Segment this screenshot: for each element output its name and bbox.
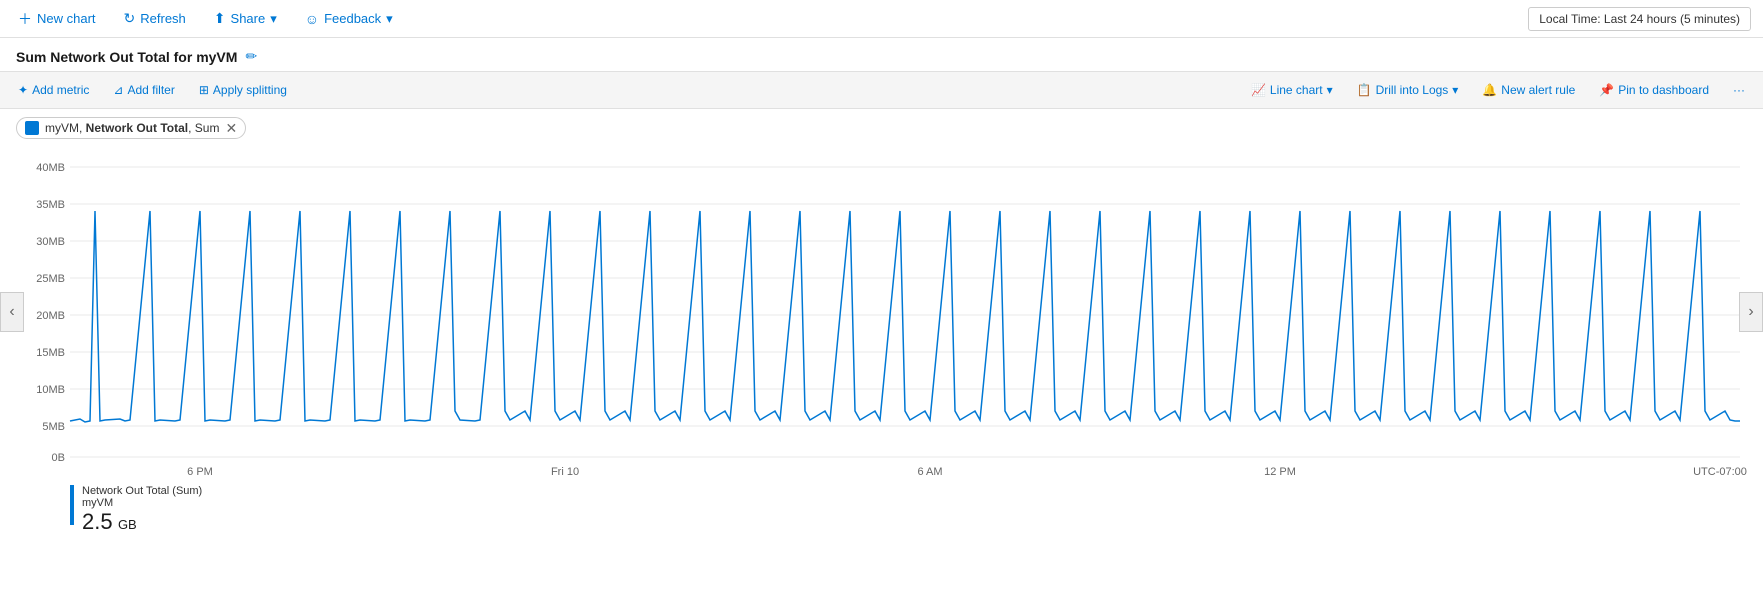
metric-toolbar: ✦ Add metric ⊿ Add filter ⊞ Apply splitt… [0,71,1763,109]
metric-tags-area: myVM, Network Out Total, Sum ✕ [0,109,1763,147]
svg-text:35MB: 35MB [36,199,65,211]
add-filter-button[interactable]: ⊿ Add filter [107,80,180,100]
metric-tag-text: myVM, Network Out Total, Sum [45,121,219,135]
svg-text:12 PM: 12 PM [1264,466,1296,477]
filter-icon: ⊿ [113,83,123,97]
apply-splitting-button[interactable]: ⊞ Apply splitting [193,80,293,100]
line-chart-icon: 📈 [1251,83,1266,97]
feedback-chevron-icon: ▾ [386,11,393,27]
legend-text: Network Out Total (Sum) myVM 2.5 GB [82,485,202,535]
svg-text:15MB: 15MB [36,347,65,359]
right-arrow-icon: › [1748,303,1753,321]
metric-tag-vm: myVM [45,121,79,135]
share-icon: ⬆ [214,10,226,27]
plus-icon: ＋ [18,9,32,29]
legend-value-row: 2.5 GB [82,509,202,535]
drill-logs-button[interactable]: 📋 Drill into Logs ▾ [1351,80,1465,100]
metric-tag-metric: Network Out Total [86,121,188,135]
share-button[interactable]: ⬆ Share ▾ [208,6,283,31]
time-range-area: Local Time: Last 24 hours (5 minutes) [1528,7,1751,31]
alert-icon: 🔔 [1482,83,1497,97]
svg-text:40MB: 40MB [36,162,65,174]
chart-wrap: ‹ › 40MB 35MB 30MB 25MB 20MB 15 [0,147,1763,477]
svg-text:25MB: 25MB [36,273,65,285]
new-chart-label: New chart [37,11,96,26]
feedback-icon: ☺ [305,11,319,27]
nav-right-arrow[interactable]: › [1739,292,1763,332]
legend-value: 2.5 [82,509,113,534]
svg-text:10MB: 10MB [36,384,65,396]
metric-tag: myVM, Network Out Total, Sum ✕ [16,117,246,139]
pin-dashboard-button[interactable]: 📌 Pin to dashboard [1593,80,1715,100]
legend-color-bar [70,485,74,525]
metric-tag-icon [25,121,39,135]
share-chevron-icon: ▾ [270,11,277,27]
svg-text:6 PM: 6 PM [187,466,213,477]
pin-dashboard-label: Pin to dashboard [1618,83,1709,97]
time-range-button[interactable]: Local Time: Last 24 hours (5 minutes) [1528,7,1751,31]
drill-logs-label: Drill into Logs [1376,83,1449,97]
apply-splitting-label: Apply splitting [213,83,287,97]
toolbar-left: ＋ New chart ↻ Refresh ⬆ Share ▾ ☺ Feedba… [12,5,399,33]
nav-left-arrow[interactable]: ‹ [0,292,24,332]
feedback-label: Feedback [324,11,381,26]
svg-text:30MB: 30MB [36,236,65,248]
add-filter-label: Add filter [127,83,174,97]
line-chart-svg: 40MB 35MB 30MB 25MB 20MB 15MB 10MB 5MB 0… [0,147,1763,477]
drill-logs-icon: 📋 [1357,83,1372,97]
svg-text:6 AM: 6 AM [917,466,942,477]
chart-title: Sum Network Out Total for myVM [16,49,237,65]
left-arrow-icon: ‹ [9,303,14,321]
svg-text:UTC-07:00: UTC-07:00 [1693,466,1747,477]
add-metric-button[interactable]: ✦ Add metric [12,80,95,100]
add-metric-icon: ✦ [18,83,28,97]
metric-tag-close-icon[interactable]: ✕ [225,121,237,135]
splitting-icon: ⊞ [199,83,209,97]
top-toolbar: ＋ New chart ↻ Refresh ⬆ Share ▾ ☺ Feedba… [0,0,1763,38]
metric-toolbar-left: ✦ Add metric ⊿ Add filter ⊞ Apply splitt… [12,80,293,100]
legend-vm: myVM [82,497,202,509]
new-alert-button[interactable]: 🔔 New alert rule [1476,80,1581,100]
chart-title-area: Sum Network Out Total for myVM ✏ [0,38,1763,71]
line-chart-label: Line chart [1270,83,1323,97]
edit-chart-title-icon[interactable]: ✏ [245,48,257,65]
feedback-button[interactable]: ☺ Feedback ▾ [299,7,399,31]
legend-label: Network Out Total (Sum) [82,485,202,497]
refresh-label: Refresh [140,11,186,26]
share-label: Share [231,11,266,26]
new-alert-label: New alert rule [1501,83,1575,97]
svg-text:5MB: 5MB [42,421,65,433]
more-options-button[interactable]: ··· [1727,80,1751,100]
new-chart-button[interactable]: ＋ New chart [12,5,102,33]
metric-toolbar-right: 📈 Line chart ▾ 📋 Drill into Logs ▾ 🔔 New… [1245,80,1751,100]
pin-icon: 📌 [1599,83,1614,97]
line-chart-chevron-icon: ▾ [1327,83,1333,97]
refresh-button[interactable]: ↻ Refresh [118,6,192,31]
chart-legend: Network Out Total (Sum) myVM 2.5 GB [0,477,1763,543]
refresh-icon: ↻ [124,10,136,27]
line-chart-button[interactable]: 📈 Line chart ▾ [1245,80,1339,100]
svg-text:0B: 0B [52,452,65,464]
add-metric-label: Add metric [32,83,89,97]
time-range-label: Local Time: Last 24 hours (5 minutes) [1539,12,1740,26]
drill-logs-chevron-icon: ▾ [1452,83,1458,97]
legend-unit: GB [118,517,137,532]
svg-text:Fri 10: Fri 10 [551,466,579,477]
more-options-label: ··· [1733,83,1745,97]
metric-tag-aggregation: Sum [195,121,220,135]
svg-text:20MB: 20MB [36,310,65,322]
